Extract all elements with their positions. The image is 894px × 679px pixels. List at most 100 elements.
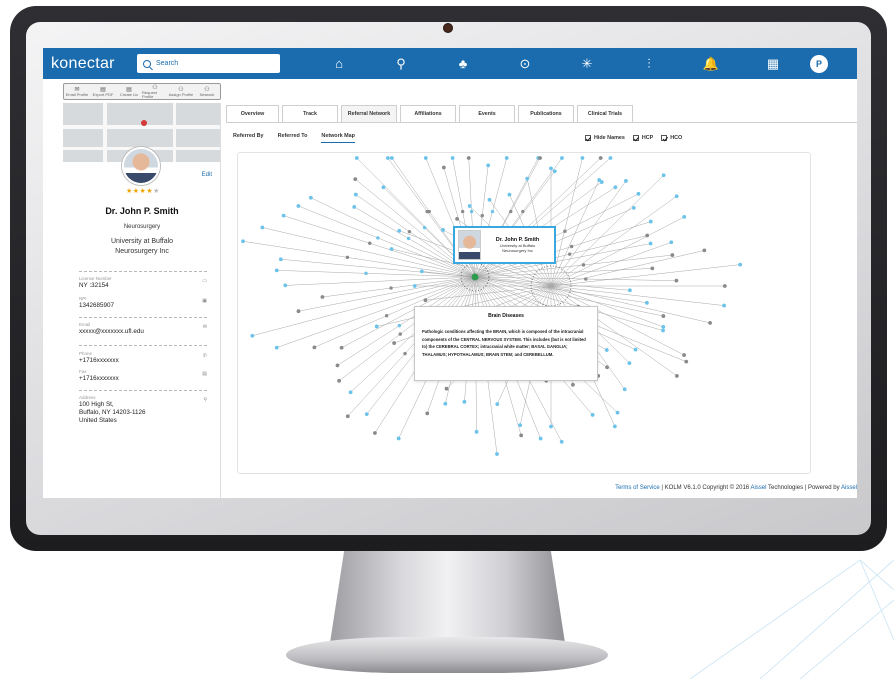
hcp-node[interactable] [281,213,286,218]
hcp-node[interactable] [580,156,585,160]
hcp-node[interactable] [644,300,649,305]
hcp-node[interactable] [549,166,553,171]
hcp-node[interactable] [250,333,255,338]
hco-node[interactable] [296,309,301,314]
hco-node[interactable] [337,378,341,383]
hcp-node[interactable] [661,328,665,333]
aissel-link[interactable]: Aissel [750,485,766,491]
hcp-node[interactable] [450,156,455,160]
hcp-node[interactable] [397,228,402,233]
hcp-node[interactable] [469,209,474,214]
hcp-node[interactable] [490,209,495,214]
hcp-node[interactable] [283,283,288,288]
hcp-node[interactable] [467,204,472,208]
hcp-node[interactable] [423,156,428,160]
center-node[interactable] [471,273,479,281]
hco-node[interactable] [312,345,317,350]
hco-node[interactable] [571,382,575,387]
hcp-node[interactable] [368,241,372,245]
hcp-node[interactable] [615,410,620,415]
hcp-node[interactable] [674,194,679,199]
hcp-node[interactable] [376,236,380,240]
hco-node[interactable] [519,433,524,438]
hcp-node[interactable] [633,347,638,352]
hco-node[interactable] [722,284,727,288]
hco-node[interactable] [674,278,679,283]
hcp-node[interactable] [374,324,379,329]
hcp-node[interactable] [443,401,448,406]
hcp-node[interactable] [604,348,609,352]
hcp-node[interactable] [397,323,402,328]
hco-node[interactable] [335,363,340,368]
hcp-node[interactable] [241,239,245,244]
hcp-node[interactable] [480,213,484,218]
hcp-node[interactable] [348,390,353,395]
hco-node[interactable] [684,359,689,364]
hcp-node[interactable] [462,399,467,404]
hco-node[interactable] [353,177,358,182]
hcp-node[interactable] [345,255,350,260]
hcp-node[interactable] [495,452,499,456]
hcp-node[interactable] [386,156,390,160]
hcp-node[interactable] [354,156,359,160]
hcp-node[interactable] [627,288,632,293]
hcp-node[interactable] [613,185,618,190]
hcp-node[interactable] [474,429,479,434]
hco-node[interactable] [645,233,650,238]
hcp-node[interactable] [412,284,417,288]
hcp-node[interactable] [398,332,402,336]
hcp-node[interactable] [364,412,369,417]
hco-node[interactable] [538,156,542,160]
hco-node[interactable] [455,216,459,221]
hcp-node[interactable] [722,303,727,308]
hcp-node[interactable] [504,156,509,160]
hco-node[interactable] [339,345,344,350]
hco-node[interactable] [423,298,428,303]
hcp-node[interactable] [425,209,429,214]
terms-link[interactable]: Terms of Service [615,485,660,491]
hcp-node[interactable] [608,156,613,160]
hcp-node[interactable] [274,268,279,273]
hco-node[interactable] [708,321,712,325]
hcp-node[interactable] [441,228,445,232]
hcp-node[interactable] [353,192,358,197]
hcp-node[interactable] [581,263,586,267]
hcp-node[interactable] [389,286,393,290]
hcp-node[interactable] [381,185,386,190]
hcp-node[interactable] [648,241,653,246]
hco-node[interactable] [598,156,603,160]
hcp-node[interactable] [552,169,557,174]
center-node-card[interactable]: Dr. John P. Smith University at Buffalo … [453,226,556,264]
hcp-node[interactable] [487,197,492,202]
hcp-node[interactable] [631,205,636,210]
hco-node[interactable] [444,386,449,391]
hcp-node[interactable] [308,195,313,200]
hcp-node[interactable] [559,439,564,444]
hcp-node[interactable] [518,423,523,428]
hcp-node[interactable] [597,178,602,182]
hcp-node[interactable] [661,324,666,329]
hcp-node[interactable] [407,229,412,234]
hcp-node[interactable] [521,209,525,214]
hco-node[interactable] [441,165,446,170]
hcp-node[interactable] [296,204,301,208]
hcp-node[interactable] [549,424,553,429]
hcp-node[interactable] [274,345,279,350]
hcp-node[interactable] [389,247,394,251]
hcp-node[interactable] [627,361,632,365]
hco-node[interactable] [650,266,655,271]
hcp-node[interactable] [590,413,595,417]
hco-node[interactable] [682,353,686,357]
hcp-node[interactable] [567,252,572,256]
hcp-node[interactable] [538,436,543,441]
hcp-node[interactable] [624,179,628,183]
hcp-node[interactable] [612,424,617,429]
hcp-node[interactable] [682,214,687,219]
hcp-node[interactable] [384,314,389,318]
hcp-node[interactable] [260,225,265,230]
hcp-node[interactable] [569,244,574,249]
hcp-node[interactable] [460,209,465,214]
hco-node[interactable] [670,253,675,257]
hcp-node[interactable] [389,156,394,160]
hcp-node[interactable] [396,436,401,441]
